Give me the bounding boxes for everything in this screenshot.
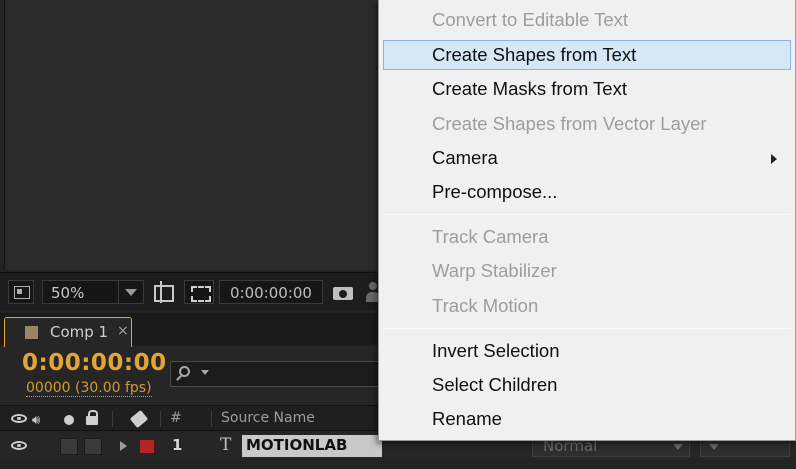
magnification-value: 50% — [51, 284, 85, 302]
tab-label: Comp 1 — [50, 323, 109, 341]
chevron-down-icon — [125, 289, 137, 296]
menu-item-camera[interactable]: Camera — [383, 143, 791, 173]
menu-item-select-children[interactable]: Select Children — [383, 370, 791, 400]
snapshot-camera-icon[interactable] — [330, 280, 356, 304]
expand-twirl-icon[interactable] — [120, 441, 127, 451]
magnification-dropdown[interactable]: 50% — [42, 280, 144, 304]
menu-item-create-shapes-from-vector-layer[interactable]: Create Shapes from Vector Layer — [383, 109, 791, 139]
lock-toggle[interactable] — [84, 438, 102, 455]
layer-label-color[interactable] — [139, 439, 155, 454]
viewer-timecode: 0:00:00:00 — [230, 284, 312, 302]
menu-item-track-camera[interactable]: Track Camera — [383, 222, 791, 252]
search-icon — [179, 366, 190, 377]
resolution-grid-icon[interactable] — [150, 280, 178, 304]
layer-name[interactable]: MOTIONLAB — [242, 435, 382, 457]
column-source-name[interactable]: Source Name — [221, 410, 315, 426]
audio-speaker-icon: 🔊︎ — [32, 413, 41, 428]
always-preview-icon[interactable] — [8, 280, 34, 304]
menu-item-convert-to-editable-text[interactable]: Convert to Editable Text — [383, 5, 791, 35]
video-visibility-icon — [11, 414, 27, 423]
solo-icon — [64, 415, 74, 425]
chevron-down-icon — [709, 444, 719, 450]
viewer-timecode-field[interactable]: 0:00:00:00 — [219, 280, 323, 304]
composition-swatch-icon — [25, 326, 38, 339]
chevron-down-icon — [673, 444, 683, 450]
layer-number: 1 — [172, 436, 183, 454]
menu-item-pre-compose[interactable]: Pre-compose... — [383, 177, 791, 207]
menu-item-track-motion[interactable]: Track Motion — [383, 291, 791, 321]
text-layer-icon: T — [220, 435, 232, 455]
menu-item-warp-stabilizer[interactable]: Warp Stabilizer — [383, 256, 791, 286]
tab-comp-1[interactable]: Comp 1 × — [4, 317, 132, 347]
menu-separator — [383, 214, 791, 215]
current-time-display[interactable]: 0:00:00:00 — [22, 350, 167, 376]
label-tag-icon — [129, 409, 149, 429]
search-options-chevron-icon[interactable] — [201, 370, 209, 375]
region-of-interest-icon[interactable] — [184, 280, 214, 304]
close-tab-icon[interactable]: × — [117, 323, 129, 339]
menu-item-create-masks-from-text[interactable]: Create Masks from Text — [383, 74, 791, 104]
lock-icon — [86, 410, 98, 425]
layer-search-input[interactable] — [170, 361, 390, 387]
menu-item-invert-selection[interactable]: Invert Selection — [383, 336, 791, 366]
layer-context-menu: Convert to Editable Text Create Shapes f… — [378, 0, 796, 441]
solo-toggle[interactable] — [60, 438, 78, 455]
submenu-arrow-icon — [771, 154, 777, 164]
menu-item-create-shapes-from-text[interactable]: Create Shapes from Text — [383, 40, 791, 70]
layer-visibility-eye-icon[interactable] — [11, 441, 27, 450]
frame-rate-info: 00000 (30.00 fps) — [26, 380, 152, 397]
column-number: # — [170, 410, 182, 426]
menu-item-rename[interactable]: Rename — [383, 404, 791, 434]
menu-separator — [383, 328, 791, 329]
